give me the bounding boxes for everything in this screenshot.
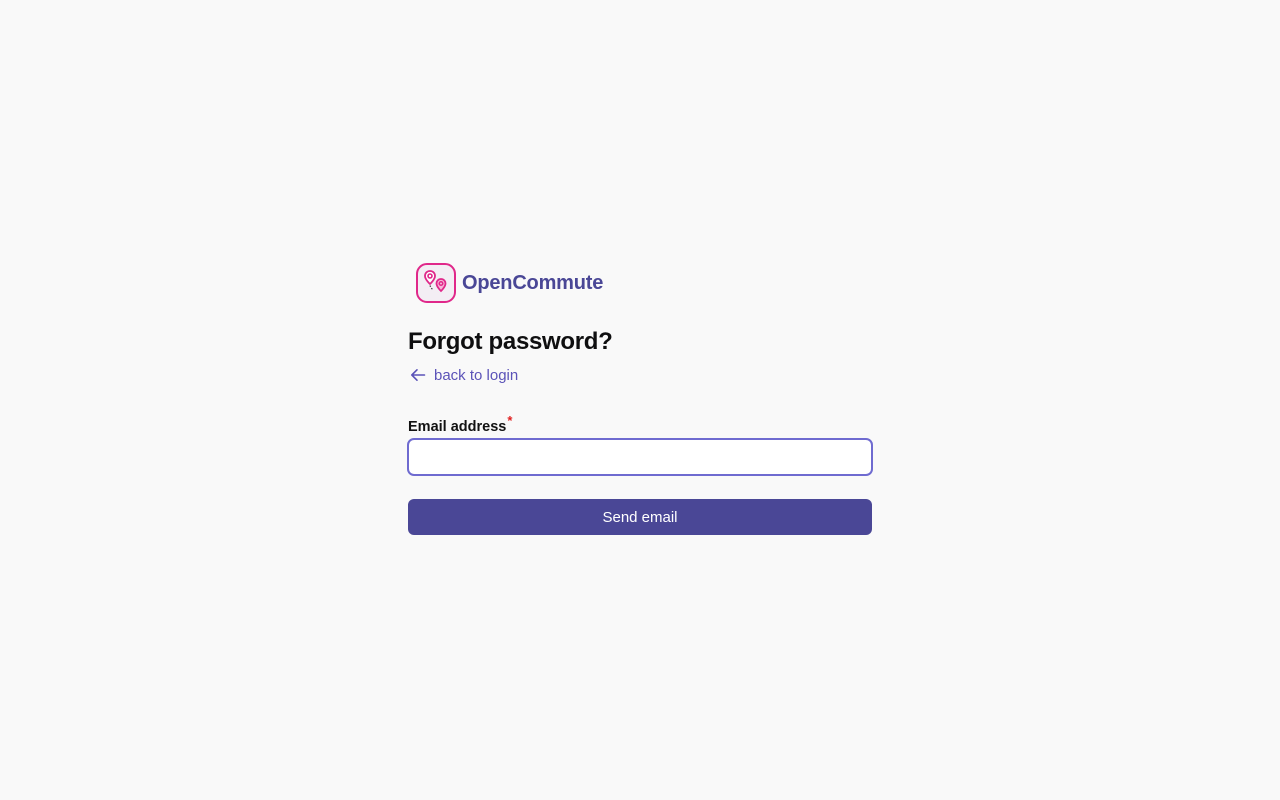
arrow-left-icon xyxy=(409,366,427,384)
back-to-login-link[interactable]: back to login xyxy=(408,364,872,386)
forgot-password-page: OpenCommute Forgot password? back to log… xyxy=(0,0,1280,800)
map-pins-route-icon xyxy=(416,263,456,303)
email-label-text: Email address xyxy=(408,419,507,435)
send-email-button[interactable]: Send email xyxy=(408,499,872,535)
forgot-password-card: OpenCommute Forgot password? back to log… xyxy=(407,262,873,535)
back-to-login-label: back to login xyxy=(434,366,519,384)
page-title: Forgot password? xyxy=(408,328,613,355)
email-field-label: Email address* xyxy=(408,412,872,435)
brand-name: OpenCommute xyxy=(462,271,604,294)
email-field[interactable] xyxy=(407,438,873,476)
brand-header: OpenCommute xyxy=(416,262,872,304)
required-marker: * xyxy=(507,413,513,428)
